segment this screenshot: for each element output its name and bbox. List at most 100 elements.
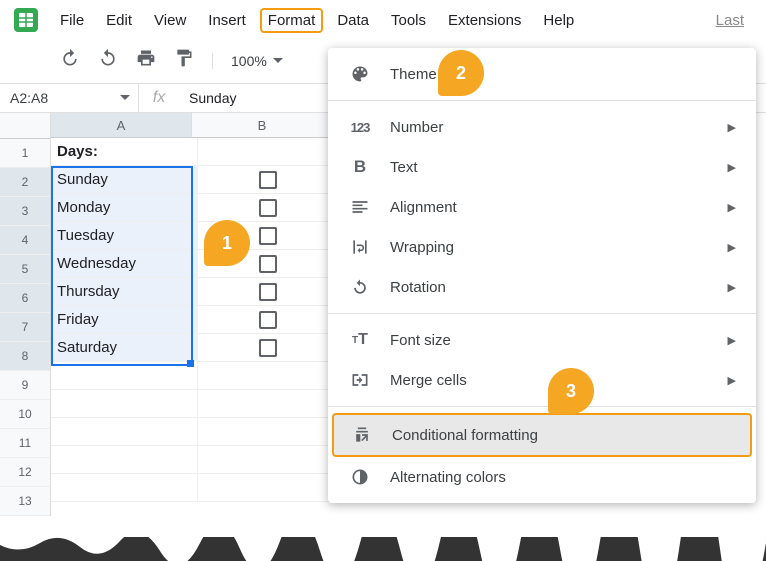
- dropdown-arrow-icon: [120, 93, 130, 103]
- row-header[interactable]: 10: [0, 400, 50, 429]
- submenu-arrow-icon: ▶: [728, 121, 736, 134]
- row-header[interactable]: 1: [0, 139, 50, 168]
- cell[interactable]: [198, 362, 339, 390]
- zoom-value: 100%: [231, 53, 267, 69]
- menu-edit[interactable]: Edit: [106, 12, 132, 29]
- submenu-arrow-icon: ▶: [728, 374, 736, 387]
- checkbox-icon[interactable]: [259, 283, 277, 301]
- checkbox-icon[interactable]: [259, 171, 277, 189]
- row-header[interactable]: 13: [0, 487, 50, 516]
- row-header[interactable]: 3: [0, 197, 50, 226]
- callout-1: 1: [204, 220, 250, 266]
- cell[interactable]: [198, 418, 339, 446]
- menu-item-label: Merge cells: [390, 372, 467, 389]
- menu-item-alternating-colors[interactable]: Alternating colors: [328, 457, 756, 497]
- cell[interactable]: [51, 418, 198, 446]
- cell[interactable]: Friday: [51, 306, 198, 334]
- cell[interactable]: Sunday: [51, 166, 198, 194]
- condfmt-icon: [350, 423, 374, 447]
- menu-tools[interactable]: Tools: [391, 12, 426, 29]
- cell[interactable]: Saturday: [51, 334, 198, 362]
- format-dropdown: Theme123Number▶BText▶Alignment▶Wrapping▶…: [328, 48, 756, 503]
- selection-handle[interactable]: [187, 360, 194, 367]
- menu-item-conditional-formatting[interactable]: Conditional formatting: [332, 413, 752, 457]
- cell[interactable]: [198, 138, 339, 166]
- redo-icon[interactable]: [98, 48, 118, 73]
- menu-item-label: Number: [390, 119, 443, 136]
- name-box-value: A2:A8: [10, 90, 48, 106]
- menu-help[interactable]: Help: [543, 12, 574, 29]
- cell[interactable]: [198, 194, 339, 222]
- cell[interactable]: [198, 390, 339, 418]
- zoom-dropdown[interactable]: 100%: [212, 53, 283, 69]
- menu-file[interactable]: File: [60, 12, 84, 29]
- menu-item-label: Alignment: [390, 199, 457, 216]
- align-icon: [348, 195, 372, 219]
- menu-item-alignment[interactable]: Alignment▶: [328, 187, 756, 227]
- row-header[interactable]: 4: [0, 226, 50, 255]
- cell[interactable]: Tuesday: [51, 222, 198, 250]
- row-headers: 12345678910111213: [0, 113, 51, 516]
- menu-item-label: Font size: [390, 332, 451, 349]
- callout-2: 2: [438, 50, 484, 96]
- row-header[interactable]: 2: [0, 168, 50, 197]
- cell[interactable]: [198, 166, 339, 194]
- checkbox-icon[interactable]: [259, 255, 277, 273]
- cell[interactable]: [198, 474, 339, 502]
- menu-item-theme[interactable]: Theme: [328, 54, 756, 94]
- row-header[interactable]: 9: [0, 371, 50, 400]
- menu-data[interactable]: Data: [337, 12, 369, 29]
- checkbox-icon[interactable]: [259, 311, 277, 329]
- cell[interactable]: [51, 390, 198, 418]
- cell[interactable]: Days:: [51, 138, 198, 166]
- number-icon: 123: [348, 115, 372, 139]
- cell[interactable]: [198, 446, 339, 474]
- menu-item-text[interactable]: BText▶: [328, 147, 756, 187]
- cell[interactable]: [198, 278, 339, 306]
- paint-format-icon[interactable]: [174, 48, 194, 73]
- last-edit-link[interactable]: Last: [716, 12, 744, 29]
- row-header[interactable]: 7: [0, 313, 50, 342]
- column-header-b[interactable]: B: [192, 113, 333, 138]
- menu-item-merge-cells[interactable]: Merge cells ▶: [328, 360, 756, 400]
- row-header[interactable]: 11: [0, 429, 50, 458]
- menu-format[interactable]: Format: [260, 8, 324, 33]
- row-header[interactable]: 6: [0, 284, 50, 313]
- cell[interactable]: [198, 334, 339, 362]
- checkbox-icon[interactable]: [259, 339, 277, 357]
- menu-item-wrapping[interactable]: Wrapping▶: [328, 227, 756, 267]
- cell[interactable]: Wednesday: [51, 250, 198, 278]
- cell[interactable]: [198, 306, 339, 334]
- altcolors-icon: [348, 465, 372, 489]
- menu-separator: [328, 313, 756, 314]
- menu-extensions[interactable]: Extensions: [448, 12, 521, 29]
- name-box[interactable]: A2:A8: [0, 90, 138, 106]
- cell[interactable]: Thursday: [51, 278, 198, 306]
- menu-view[interactable]: View: [154, 12, 186, 29]
- rotate-icon: [348, 275, 372, 299]
- menu-item-font-size[interactable]: TTFont size▶: [328, 320, 756, 360]
- menu-insert[interactable]: Insert: [208, 12, 246, 29]
- menu-item-label: Text: [390, 159, 418, 176]
- menu-item-rotation[interactable]: Rotation▶: [328, 267, 756, 307]
- print-icon[interactable]: [136, 48, 156, 73]
- row-header[interactable]: 5: [0, 255, 50, 284]
- theme-icon: [348, 62, 372, 86]
- cell[interactable]: [51, 474, 198, 502]
- checkbox-icon[interactable]: [259, 199, 277, 217]
- undo-icon[interactable]: [60, 48, 80, 73]
- cell[interactable]: [51, 362, 198, 390]
- wrap-icon: [348, 235, 372, 259]
- menu-item-label: Theme: [390, 66, 437, 83]
- submenu-arrow-icon: ▶: [728, 161, 736, 174]
- row-header[interactable]: 12: [0, 458, 50, 487]
- menu-item-label: Conditional formatting: [392, 427, 538, 444]
- row-header[interactable]: 8: [0, 342, 50, 371]
- menu-item-number[interactable]: 123 Number ▶: [328, 107, 756, 147]
- cell[interactable]: Monday: [51, 194, 198, 222]
- select-all-corner[interactable]: [0, 113, 50, 139]
- checkbox-icon[interactable]: [259, 227, 277, 245]
- column-header-a[interactable]: A: [51, 113, 192, 138]
- torn-edge: [0, 537, 766, 561]
- cell[interactable]: [51, 446, 198, 474]
